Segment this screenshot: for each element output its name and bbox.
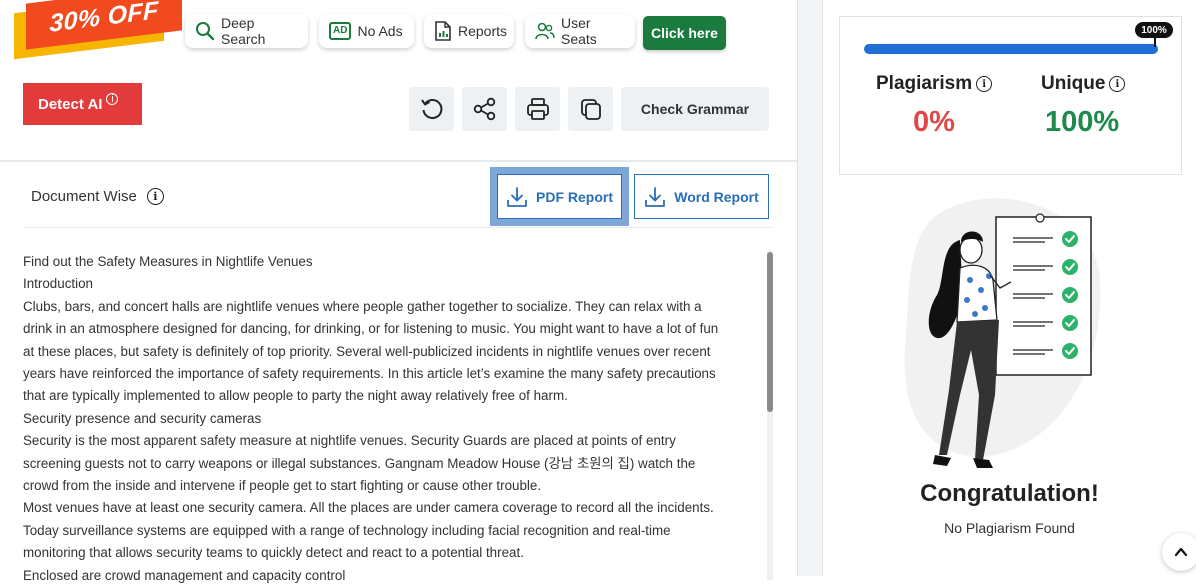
refresh-button[interactable] bbox=[409, 87, 454, 131]
download-icon bbox=[645, 186, 666, 207]
document-line: Today surveillance systems are equipped … bbox=[23, 522, 671, 538]
progress-marker bbox=[1154, 37, 1156, 47]
print-icon bbox=[526, 98, 549, 120]
pdf-report-button[interactable]: PDF Report bbox=[497, 174, 622, 219]
report-file-icon bbox=[435, 21, 451, 41]
progress-bar bbox=[864, 44, 1158, 54]
chevron-up-icon bbox=[1174, 547, 1188, 557]
plagiarism-title: Plagiarism bbox=[876, 73, 973, 94]
document-wise-label: Document Wise bbox=[31, 188, 137, 205]
user-seats-button[interactable]: User Seats bbox=[525, 14, 635, 48]
checklist-illustration bbox=[904, 198, 1101, 468]
document-line: screening guests not to carry weapons or… bbox=[23, 455, 696, 471]
detect-ai-button[interactable]: Detect AI i bbox=[23, 83, 142, 125]
no-ads-label: No Ads bbox=[357, 23, 403, 39]
unique-label: Unique i bbox=[1041, 73, 1126, 95]
promo-badge[interactable]: 30% OFF bbox=[14, 0, 182, 60]
info-icon: i bbox=[106, 93, 119, 105]
progress-label: 100% bbox=[1135, 22, 1173, 38]
reports-label: Reports bbox=[458, 23, 508, 39]
scrollbar-thumb[interactable] bbox=[767, 252, 773, 412]
no-ads-button[interactable]: AD No Ads bbox=[319, 14, 414, 48]
plagiarism-value: 0% bbox=[913, 106, 955, 138]
document-line: Clubs, bars, and concert halls are night… bbox=[23, 298, 702, 314]
document-line: Security is the most apparent safety mea… bbox=[23, 433, 676, 449]
document-line: drink in an atmosphere designed for danc… bbox=[23, 321, 719, 337]
check-grammar-button[interactable]: Check Grammar bbox=[621, 87, 769, 131]
document-text[interactable]: Find out the Safety Measures in Nightlif… bbox=[23, 251, 763, 587]
result-card bbox=[839, 16, 1182, 175]
no-ads-icon: AD bbox=[329, 22, 352, 40]
deep-search-button[interactable]: Deep Search bbox=[185, 14, 308, 48]
document-line: Most venues have at least one security c… bbox=[23, 500, 714, 516]
document-line: Introduction bbox=[23, 276, 93, 292]
document-line: crowd from the inside and intervene if p… bbox=[23, 478, 542, 494]
share-icon bbox=[473, 97, 495, 121]
info-icon[interactable]: i bbox=[1109, 76, 1126, 92]
detect-ai-label: Detect AI bbox=[38, 95, 103, 113]
reports-button[interactable]: Reports bbox=[424, 14, 514, 48]
share-button[interactable] bbox=[462, 87, 507, 131]
search-icon bbox=[196, 22, 215, 41]
download-icon bbox=[507, 186, 527, 207]
document-line: monitoring that allows security teams to… bbox=[23, 545, 524, 561]
info-icon[interactable]: i bbox=[976, 76, 993, 92]
document-divider bbox=[23, 227, 773, 228]
document-line: that are typically implemented to allow … bbox=[23, 388, 568, 404]
copy-icon bbox=[580, 99, 601, 120]
pdf-report-label: PDF Report bbox=[536, 188, 613, 205]
no-plagiarism-text: No Plagiarism Found bbox=[944, 520, 1075, 536]
section-divider bbox=[0, 160, 797, 162]
congratulation-title: Congratulation! bbox=[920, 480, 1099, 507]
users-icon bbox=[535, 22, 555, 40]
plagiarism-label: Plagiarism i bbox=[876, 73, 993, 95]
document-line: at these places, but safety is definitel… bbox=[23, 343, 711, 359]
user-seats-label: User Seats bbox=[561, 15, 597, 47]
refresh-icon bbox=[420, 99, 442, 119]
deep-search-label: Deep Search bbox=[221, 15, 266, 47]
unique-title: Unique bbox=[1041, 73, 1106, 94]
scroll-to-top-button[interactable] bbox=[1162, 533, 1196, 571]
document-line: Find out the Safety Measures in Nightlif… bbox=[23, 254, 313, 269]
print-button[interactable] bbox=[515, 87, 560, 131]
word-report-button[interactable]: Word Report bbox=[634, 174, 769, 219]
word-report-label: Word Report bbox=[674, 188, 759, 205]
copy-button[interactable] bbox=[568, 87, 613, 131]
panel-gap bbox=[798, 0, 822, 576]
document-wise-header: Document Wise i bbox=[31, 188, 164, 205]
click-here-button[interactable]: Click here bbox=[643, 16, 726, 50]
document-line: years have reinforced the importance of … bbox=[23, 366, 716, 382]
document-line: Security presence and security cameras bbox=[23, 410, 262, 426]
info-icon[interactable]: i bbox=[146, 188, 164, 205]
unique-value: 100% bbox=[1045, 106, 1120, 138]
